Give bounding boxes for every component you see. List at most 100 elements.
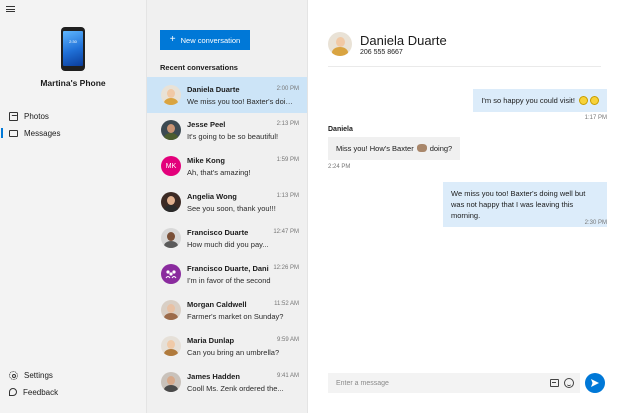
message-text: We miss you too! Baxter's doing well but… [451,189,586,220]
conversation-preview: We miss you too! Baxter's doing ... [187,97,295,106]
plus-icon: + [169,34,176,45]
nav-item-label: Photos [24,111,49,121]
avatar [161,228,181,248]
avatar [161,192,181,212]
avatar-body [164,349,178,356]
conversation-time: 1:13 PM [276,193,299,199]
incoming-message: Miss you! How's Baxter doing? [328,137,461,160]
nav-item-messages[interactable]: Messages [0,125,146,141]
conversation-item[interactable]: Jesse Peel 2:13 PM It's going to be so b… [147,112,308,148]
message-text: doing? [429,144,453,153]
conversation-preview: I'm in favor of the second [187,276,271,285]
conversation-time: 2:13 PM [276,121,299,127]
avatar-face [167,124,175,133]
avatar [161,85,181,105]
avatar-face [336,37,345,47]
message-timestamp: 2:24 PM [328,164,351,170]
avatar [161,336,181,356]
message-text: Miss you! How's Baxter [336,144,414,153]
avatar-body [164,133,178,140]
avatar-body [164,313,178,320]
avatar-body [164,241,178,248]
dog-emoji-icon [416,144,427,152]
send-button[interactable] [585,373,605,393]
message-text: I'm so happy you could visit! [481,96,575,105]
avatar-initials: MK [165,162,177,170]
nav-item-settings[interactable]: Settings [0,367,146,383]
conversation-time: 9:41 AM [276,373,299,379]
compose-box [328,373,580,393]
conversation-name: Morgan Caldwell [187,300,247,309]
conversation-item[interactable]: Morgan Caldwell 11:52 AM Farmer's market… [147,292,308,328]
phone-screen-time: 2:30 [69,39,77,44]
conversation-time: 1:59 PM [276,157,299,163]
avatar [161,300,181,320]
conversation-preview: Farmer's market on Sunday? [187,312,284,321]
conversation-item[interactable]: James Hadden 9:41 AM Cooll Ms. Zenk orde… [147,364,308,400]
new-conversation-label: New conversation [180,35,241,45]
conversation-time: 12:26 PM [273,265,299,271]
conversation-list-pane: + New conversation Recent conversations … [146,0,308,413]
conversation-time: 11:52 AM [274,301,299,307]
group-icon [165,270,177,279]
photo-icon [9,111,18,121]
conversation-preview: How much did you pay... [187,240,269,249]
device-name: Martina's Phone [40,78,106,88]
conversation-name: Mike Kong [187,156,225,165]
conversation-item[interactable]: MK Mike Kong 1:59 PM Ah, that's amazing! [147,148,308,184]
phone-screen: 2:30 [63,31,83,66]
message-timestamp: 2:30 PM [584,220,607,226]
conversation-name: Angelia Wong [187,192,237,201]
avatar-face [167,340,175,349]
conversation-item[interactable]: Maria Dunlap 9:59 AM Can you bring an um… [147,328,308,364]
send-icon [591,379,599,387]
conversation-preview: Ah, that's amazing! [187,168,251,177]
avatar-face [167,376,175,385]
conversation-name: Maria Dunlap [187,336,235,345]
conversation-preview: Cooll Ms. Zenk ordered the... [187,384,284,393]
conversation-item[interactable]: Daniela Duarte 2:00 PM We miss you too! … [147,77,308,113]
nav-item-feedback[interactable]: Feedback [0,384,146,400]
image-attach-icon[interactable] [550,379,559,387]
message-sender: Daniela [328,126,353,133]
hamburger-menu-icon[interactable] [6,6,15,12]
conversation-name: Jesse Peel [187,120,226,129]
gear-icon [9,370,18,380]
conversation-preview: Can you bring an umbrella? [187,348,280,357]
avatar-body [164,205,178,212]
recent-conversations-heading: Recent conversations [160,63,238,72]
emoji-picker-icon[interactable] [564,378,574,388]
nav-item-label: Messages [24,128,61,138]
feedback-icon [9,388,17,396]
avatar-body [332,47,348,56]
message-icon [9,129,18,137]
conversation-preview: It's going to be so beautiful! [187,132,279,141]
message-timestamp: 1:17 PM [584,115,607,121]
new-conversation-button[interactable]: + New conversation [160,30,250,50]
nav-item-label: Settings [24,370,53,380]
message-input[interactable] [336,373,536,393]
chat-header: Daniela Duarte 206 555 8667 [328,29,601,67]
conversation-item[interactable]: Francisco Duarte, Dani... 12:26 PM I'm i… [147,256,308,292]
avatar-face [167,196,175,205]
conversation-preview: See you soon, thank you!!! [187,204,276,213]
avatar-body [164,385,178,392]
avatar-body [164,98,178,105]
avatar [161,372,181,392]
avatar-face [167,304,175,313]
contact-name: Daniela Duarte [360,33,447,48]
conversation-name: Francisco Duarte, Dani... [187,264,269,273]
contact-phone: 206 555 8667 [360,49,403,56]
group-avatar [161,264,181,284]
outgoing-message: I'm so happy you could visit! [473,89,607,112]
avatar-face [167,232,175,241]
conversation-time: 2:00 PM [276,86,299,92]
smile-emoji-icon [579,96,588,105]
avatar [161,120,181,140]
nav-item-photos[interactable]: Photos [0,108,146,124]
left-navigation: 2:30 Martina's Phone Photos Messages Set… [0,0,146,413]
conversation-item[interactable]: Angelia Wong 1:13 PM See you soon, thank… [147,184,308,220]
conversation-item[interactable]: Francisco Duarte 12:47 PM How much did y… [147,220,308,256]
contact-avatar [328,32,352,56]
conversation-name: Francisco Duarte [187,228,249,237]
